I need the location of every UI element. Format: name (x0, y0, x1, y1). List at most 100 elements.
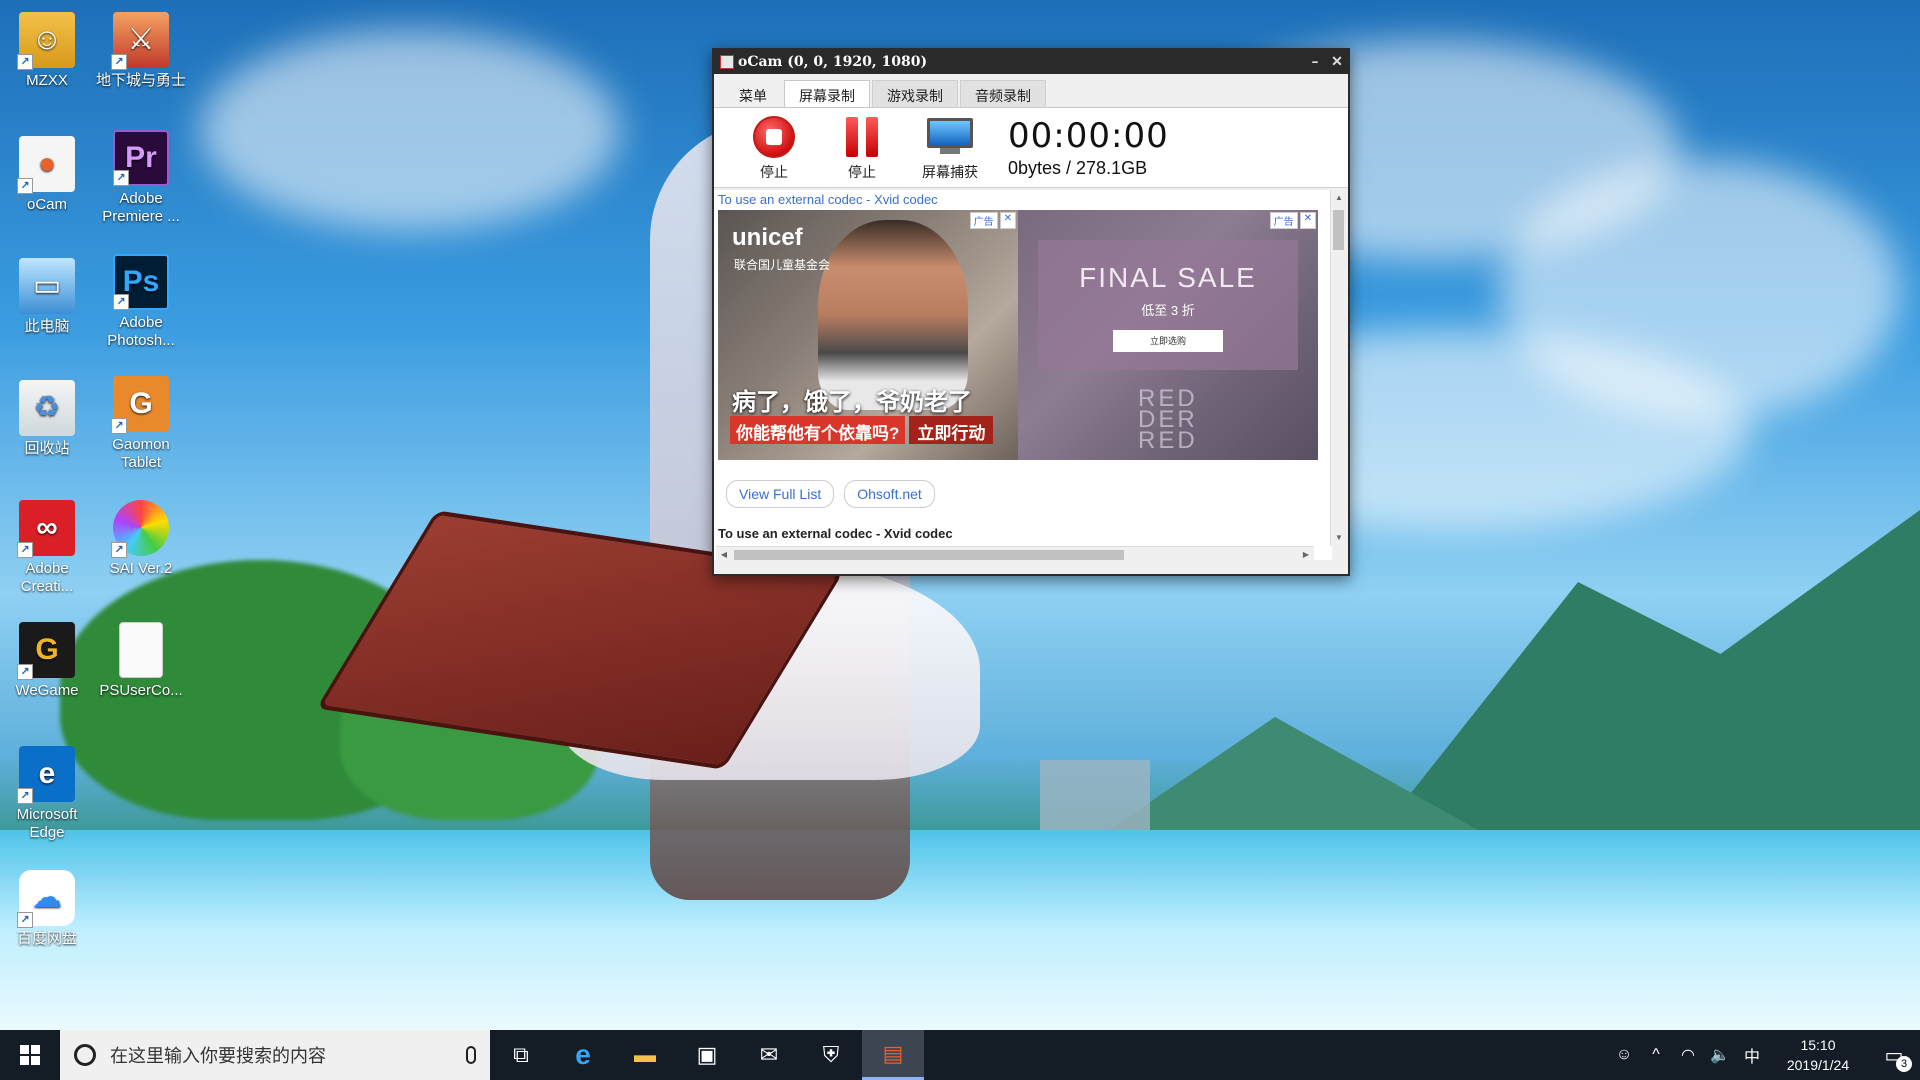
vertical-scrollbar[interactable]: ▲ ▼ (1330, 190, 1346, 546)
chevron-up-icon[interactable]: ^ (1640, 1046, 1672, 1064)
ime-indicator[interactable]: 中 (1736, 1043, 1768, 1067)
sale-title: FINAL SALE (1079, 262, 1257, 293)
record-timer: 00:00:00 (1008, 116, 1169, 156)
scroll-up-icon[interactable]: ▲ (1331, 190, 1347, 206)
desktop-icon-mzxx[interactable]: ☺ ↗ MZXX (2, 12, 92, 90)
final-sale-ad[interactable]: FINAL SALE 低至 3 折 立即选购 RED DER RED 广告 ✕ (1018, 210, 1318, 460)
desktop-icon-sai[interactable]: ↗ SAI Ver.2 (96, 500, 186, 578)
desktop-icon-ocam[interactable]: ● ↗ oCam (2, 136, 92, 214)
desktop-icon-premiere[interactable]: Pr ↗ Adobe Premiere ... (96, 130, 186, 226)
stop-button[interactable]: 停止 (730, 114, 818, 182)
people-icon[interactable]: ☺ (1608, 1046, 1640, 1064)
scroll-left-icon[interactable]: ◀ (716, 547, 732, 563)
ocam-taskbar-icon[interactable]: ▤ (862, 1030, 924, 1080)
photoshop-icon: Ps ↗ (113, 254, 169, 310)
mail-icon[interactable]: ✉ (738, 1030, 800, 1080)
minimize-button[interactable]: – (1304, 54, 1326, 70)
ad-question: 你能帮他有个依靠吗? (730, 416, 906, 444)
sale-subtitle: 低至 3 折 (1141, 303, 1195, 318)
edge-taskbar-icon[interactable]: e (552, 1030, 614, 1080)
codec-link[interactable]: To use an external codec - Xvid codec (714, 190, 1332, 210)
record-stop-icon (753, 115, 795, 158)
scroll-down-icon[interactable]: ▼ (1331, 530, 1347, 546)
file-explorer-icon[interactable]: ▬ (614, 1030, 676, 1080)
photoshop-glyph: Ps (122, 265, 160, 298)
sai-icon: ↗ (111, 500, 169, 558)
microphone-icon[interactable] (466, 1046, 476, 1064)
clock-time: 15:10 (1800, 1037, 1836, 1053)
desktop-icon-label: Gaomon Tablet (112, 436, 170, 471)
taskbar: 在这里输入你要搜索的内容 ⧉ e ▬ ▣ ✉ ⛨ ▤ ☺ ^ ◠ 🔈 中 15:… (0, 1030, 1920, 1080)
ocam-window[interactable]: oCam (0, 0, 1920, 1080) – ✕ 菜单 屏幕录制 游戏录制… (712, 48, 1350, 576)
cortana-icon[interactable] (74, 1044, 96, 1066)
ad-headline: 病了，饿了，爷奶老了 (732, 389, 972, 416)
unicef-subtitle: 联合国儿童基金会 (734, 258, 831, 272)
tab-menu[interactable]: 菜单 (724, 80, 782, 107)
desktop-icon-dnf[interactable]: ⚔ ↗ 地下城与勇士 (96, 12, 186, 90)
taskbar-search[interactable]: 在这里输入你要搜索的内容 (60, 1030, 490, 1080)
pause-icon (846, 116, 878, 157)
unicef-ad[interactable]: unicef 联合国儿童基金会 病了，饿了，爷奶老了 你能帮他有个依靠吗? 立即… (718, 210, 1018, 460)
store-icon[interactable]: ▣ (676, 1030, 738, 1080)
desktop-icon-creative-cloud[interactable]: ∞ ↗ Adobe Creati... (2, 500, 92, 596)
security-shield-icon[interactable]: ⛨ (800, 1030, 862, 1080)
ocam-icon: ● ↗ (17, 136, 75, 194)
close-button[interactable]: ✕ (1326, 54, 1348, 70)
ocam-titlebar[interactable]: oCam (0, 0, 1920, 1080) – ✕ (714, 50, 1348, 74)
capture-label: 屏幕捕获 (922, 163, 978, 180)
ad-close-icon[interactable]: ✕ (999, 212, 1016, 229)
task-view-icon[interactable]: ⧉ (490, 1030, 552, 1080)
desktop-icon-baidu[interactable]: ☁ ↗ 百度网盘 (2, 870, 92, 948)
ohsoft-link[interactable]: Ohsoft.net (844, 480, 935, 508)
ad-mark[interactable]: 广告 (1269, 212, 1298, 229)
desktop-icon-label: Microsoft Edge (16, 806, 78, 841)
desktop-icon-recycle-bin[interactable]: ♻ 回收站 (2, 380, 92, 458)
screen-capture-button[interactable]: 屏幕捕获 (906, 114, 994, 182)
ad-cta-button[interactable]: 立即行动 (909, 416, 994, 444)
desktop-icon-this-pc[interactable]: ▭ 此电脑 (2, 258, 92, 336)
tab-game-record[interactable]: 游戏录制 (872, 80, 958, 107)
stop-label: 停止 (760, 163, 788, 180)
volume-icon[interactable]: 🔈 (1704, 1045, 1736, 1065)
ad-mark[interactable]: 广告 (969, 212, 998, 229)
view-full-list-link[interactable]: View Full List (726, 480, 835, 508)
clock-date: 2019/1/24 (1786, 1057, 1850, 1073)
action-center-button[interactable]: ▭ 3 (1868, 1043, 1920, 1072)
scroll-thumb[interactable] (1333, 210, 1344, 250)
tab-screen-record[interactable]: 屏幕录制 (784, 80, 870, 107)
desktop-icon-psuserco[interactable]: PSUserCo... (96, 622, 186, 700)
gaomon-icon: G ↗ (111, 376, 169, 434)
horizontal-scrollbar[interactable]: ◀ ▶ (716, 546, 1314, 562)
desktop-icon-label: 百度网盘 (16, 930, 77, 947)
file-size-info: 0bytes / 278.1GB (1008, 158, 1148, 178)
scroll-thumb[interactable] (734, 550, 1124, 560)
premiere-glyph: Pr (125, 141, 157, 174)
computer-icon: ▭ (19, 258, 75, 314)
ad-content-pane: To use an external codec - Xvid codec un… (714, 190, 1332, 560)
tab-bar: 菜单 屏幕录制 游戏录制 音频录制 (714, 74, 1348, 108)
tab-audio-record[interactable]: 音频录制 (960, 80, 1046, 107)
system-tray: ☺ ^ ◠ 🔈 中 15:10 2019/1/24 ▭ 3 (1608, 1030, 1920, 1080)
wegame-icon: G ↗ (17, 622, 75, 680)
clock[interactable]: 15:10 2019/1/24 (1768, 1035, 1868, 1075)
ad-close-icon[interactable]: ✕ (1299, 212, 1316, 229)
ad-cta-bar: 你能帮他有个依靠吗? 立即行动 (730, 416, 994, 444)
dnf-game-icon: ⚔ ↗ (111, 12, 169, 70)
scroll-right-icon[interactable]: ▶ (1298, 547, 1314, 563)
unicef-logo: unicef (732, 224, 803, 251)
ad-choices: 广告 ✕ (1269, 212, 1316, 229)
pause-button[interactable]: 停止 (818, 114, 906, 182)
desktop-icon-photoshop[interactable]: Ps ↗ Adobe Photosh... (96, 254, 186, 350)
pause-label: 停止 (848, 163, 876, 180)
shop-now-button[interactable]: 立即选购 (1113, 330, 1223, 352)
desktop-icon-label: SAI Ver.2 (109, 560, 173, 577)
desktop-icon-gaomon[interactable]: G ↗ Gaomon Tablet (96, 376, 186, 472)
desktop-icon-edge[interactable]: e ↗ Microsoft Edge (2, 746, 92, 842)
red-watermark: RED DER RED (1138, 385, 1198, 454)
search-input[interactable]: 在这里输入你要搜索的内容 (110, 1042, 466, 1068)
start-button[interactable] (0, 1030, 60, 1080)
desktop-icon-wegame[interactable]: G ↗ WeGame (2, 622, 92, 700)
record-toolbar: 停止 停止 屏幕捕获 00:00:00 0bytes / 278.1GB (714, 108, 1348, 188)
network-icon[interactable]: ◠ (1672, 1045, 1704, 1065)
desktop-icon-label: 地下城与勇士 (96, 72, 187, 89)
